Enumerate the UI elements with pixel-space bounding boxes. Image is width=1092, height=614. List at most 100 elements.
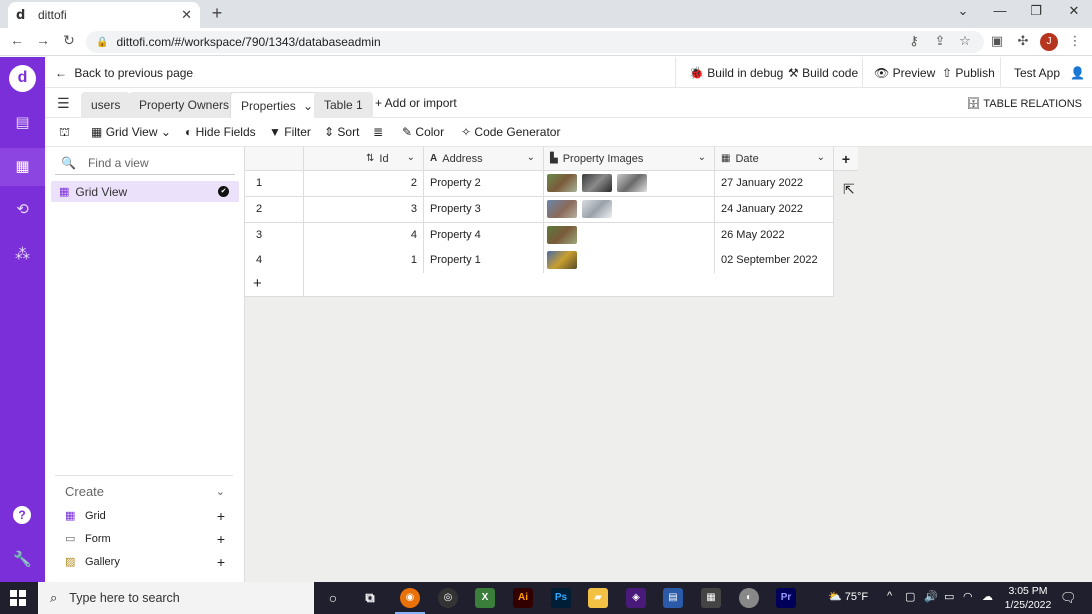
add-column-plus-icon[interactable]: + (834, 147, 858, 171)
image-thumbnail[interactable] (547, 226, 577, 244)
puzzle-icon[interactable]: ✣ (1014, 33, 1032, 49)
cloud-icon[interactable]: ☁ (982, 590, 993, 603)
table-row[interactable]: 1 2 Property 2 27 January 2022 (245, 171, 834, 197)
tray-chevron-up-icon[interactable]: ^ (887, 590, 892, 602)
illustrator-icon[interactable]: Ai (513, 588, 533, 608)
column-header-address[interactable]: A Address ⌄ (424, 147, 544, 171)
create-form-item[interactable]: ▭ Form + (55, 527, 233, 550)
tab-search-chevron-icon[interactable]: ⌄ (945, 3, 981, 19)
cell-property-images[interactable] (544, 248, 715, 274)
cell-address[interactable]: Property 3 (424, 197, 544, 223)
tab-property-owners[interactable]: Property Owners (129, 92, 240, 118)
cell-date[interactable]: 26 May 2022 (715, 223, 834, 249)
menu-dots-icon[interactable]: ⋮ (1066, 33, 1084, 49)
row-height-icon[interactable]: ≣ (373, 125, 383, 139)
image-thumbnail[interactable] (547, 174, 577, 192)
chevron-down-icon[interactable]: ⌄ (698, 152, 706, 163)
chevron-down-icon[interactable]: ⌄ (407, 152, 415, 163)
cell-address[interactable]: Property 1 (424, 248, 544, 274)
view-item-grid-view[interactable]: ▦ Grid View ✔ (51, 181, 239, 202)
minimize-icon[interactable]: — (982, 3, 1018, 18)
chevron-down-icon[interactable]: ⌄ (527, 152, 535, 163)
grid-view-dropdown[interactable]: ▦ Grid View ⌄ (91, 125, 171, 139)
tab-properties[interactable]: Properties ⌄ (230, 92, 325, 118)
preview-button[interactable]: 👁 Preview (874, 66, 935, 80)
taskbar-search[interactable]: ⌕ Type here to search (38, 582, 314, 614)
table-row[interactable]: 2 3 Property 3 24 January 2022 (245, 197, 834, 223)
find-view-input[interactable] (87, 155, 228, 170)
plus-icon[interactable]: + (217, 508, 225, 524)
window-close-icon[interactable]: ✕ (1056, 3, 1092, 19)
restore-icon[interactable]: ❐ (1018, 3, 1054, 19)
notifications-icon[interactable]: 🗨 (1060, 590, 1077, 606)
cell-property-images[interactable] (544, 197, 715, 223)
image-thumbnail[interactable] (582, 174, 613, 192)
app-name-label[interactable]: Test App (1014, 66, 1060, 80)
extension-icon[interactable]: ▣ (988, 33, 1006, 49)
workflow-icon[interactable]: ⁂ (0, 245, 45, 263)
api-icon[interactable]: ⟲ (0, 200, 45, 218)
table-relations-button[interactable]: 🗄 TABLE RELATIONS (967, 97, 1082, 110)
cell-property-images[interactable] (544, 171, 715, 197)
table-row[interactable]: 3 4 Property 4 26 May 2022 (245, 223, 834, 249)
image-thumbnail[interactable] (582, 200, 613, 218)
cortana-icon[interactable]: ○ (323, 588, 343, 608)
tray-icon[interactable]: ▢ (905, 590, 915, 603)
profile-avatar[interactable]: J (1040, 33, 1058, 51)
cell-id[interactable]: 4 (304, 223, 424, 249)
create-header[interactable]: Create ⌄ (55, 478, 233, 504)
column-header-date[interactable]: ▦ Date ⌄ (715, 147, 834, 171)
cell-date[interactable]: 24 January 2022 (715, 197, 834, 223)
cell-date[interactable]: 27 January 2022 (715, 171, 834, 197)
browser-tab[interactable]: d dittofi ✕ (8, 2, 200, 28)
back-to-previous-page-link[interactable]: ← Back to previous page (55, 66, 193, 80)
help-icon[interactable]: ? (13, 506, 31, 524)
cell-id[interactable]: 1 (304, 248, 424, 274)
premiere-icon[interactable]: Pr (776, 588, 796, 608)
volume-icon[interactable]: 🔊 (924, 590, 938, 603)
table-row[interactable]: 4 1 Property 1 02 September 2022 (245, 248, 834, 274)
hamburger-menu-icon[interactable]: ☰ (57, 95, 70, 112)
share-icon[interactable]: ⇪ (931, 33, 949, 49)
cell-id[interactable]: 2 (304, 171, 424, 197)
code-generator-button[interactable]: ✧ Code Generator (461, 125, 560, 139)
cell-date[interactable]: 02 September 2022 (715, 248, 834, 274)
image-thumbnail[interactable] (547, 251, 577, 269)
image-thumbnail[interactable] (617, 174, 648, 192)
plus-icon[interactable]: + (217, 554, 225, 570)
tab-table-1[interactable]: Table 1 (314, 92, 373, 118)
back-arrow-icon[interactable]: ← (7, 32, 27, 48)
close-icon[interactable]: ✕ (181, 7, 192, 23)
cell-property-images[interactable] (544, 223, 715, 249)
hide-fields-button[interactable]: ◐ Hide Fields (185, 125, 256, 139)
chrome-icon[interactable]: ◉ (400, 588, 420, 608)
pages-icon[interactable]: ▤ (0, 113, 45, 131)
build-in-debug-button[interactable]: 🐞 Build in debug (689, 66, 783, 80)
create-gallery-item[interactable]: ▨ Gallery + (55, 550, 233, 573)
new-tab-plus-icon[interactable]: + (207, 3, 227, 24)
address-bar[interactable]: 🔒 dittofi.com/#/workspace/790/1343/datab… (86, 31, 984, 53)
plus-icon[interactable]: + (217, 531, 225, 547)
cell-id[interactable]: 3 (304, 197, 424, 223)
create-grid-item[interactable]: ▦ Grid + (55, 504, 233, 527)
file-explorer-icon[interactable]: ▰ (588, 588, 608, 608)
sidebar-toggle-icon[interactable]: ⛫ (59, 125, 70, 141)
bookmark-star-icon[interactable]: ☆ (956, 33, 974, 49)
weather-widget[interactable]: ⛅ 75°F (828, 590, 868, 603)
add-or-import-button[interactable]: + Add or import (375, 96, 457, 110)
add-row-plus-icon[interactable]: + (245, 273, 304, 297)
dittofi-logo[interactable]: d (9, 65, 36, 92)
key-icon[interactable]: ⚷ (905, 33, 923, 49)
color-button[interactable]: ✎ Color (402, 125, 444, 139)
publish-button[interactable]: ⇧ Publish (942, 66, 995, 80)
column-header-property-images[interactable]: ▙ Property Images ⌄ (544, 147, 715, 171)
image-thumbnail[interactable] (547, 200, 577, 218)
app-icon[interactable]: ◐ (739, 588, 759, 608)
app-icon[interactable]: ▤ (663, 588, 683, 608)
chevron-down-icon[interactable]: ⌄ (817, 152, 825, 163)
user-icon[interactable]: 👤 (1070, 66, 1085, 80)
reload-icon[interactable]: ↻ (59, 32, 79, 49)
task-view-icon[interactable]: ⧉ (360, 588, 380, 608)
filter-button[interactable]: ▼ Filter (269, 125, 311, 139)
calculator-icon[interactable]: ▦ (701, 588, 721, 608)
